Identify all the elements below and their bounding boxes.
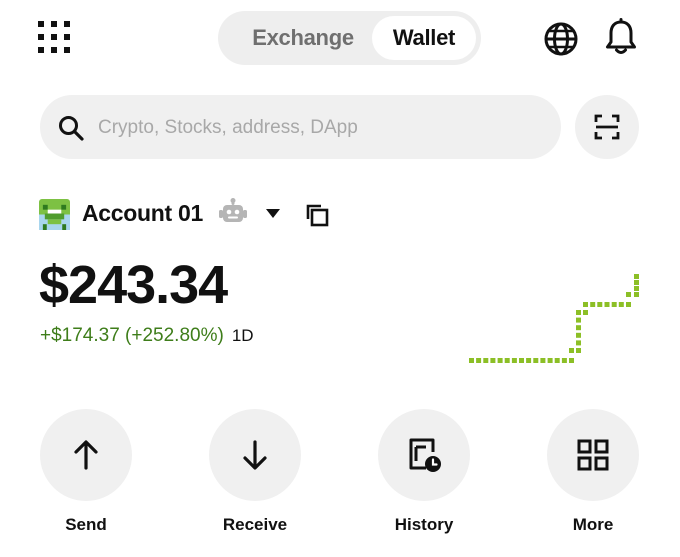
sparkline-dot <box>626 302 631 307</box>
sparkline-dot <box>519 358 524 363</box>
send-label: Send <box>65 515 107 534</box>
sparkline-dot <box>590 302 596 307</box>
tab-exchange[interactable]: Exchange <box>228 16 378 60</box>
sparkline-dot <box>618 302 624 307</box>
sparkline-dot <box>634 274 639 279</box>
sparkline-dot <box>554 358 560 363</box>
sparkline-dot <box>634 292 639 297</box>
balance-amount: $243.34 <box>39 255 228 315</box>
arrow-down-icon <box>243 440 267 470</box>
sparkline-dot <box>576 310 581 315</box>
bell-icon[interactable] <box>604 18 638 56</box>
sparkline-dot <box>547 358 553 363</box>
more-grid-icon <box>577 439 609 471</box>
sparkline-chart <box>469 274 639 363</box>
scan-button[interactable] <box>575 95 639 159</box>
more-button[interactable] <box>547 409 639 501</box>
sparkline-dot <box>533 358 539 363</box>
sparkline-dot <box>583 310 588 315</box>
sparkline-dot <box>634 286 639 291</box>
period-label[interactable]: 1D <box>232 326 254 346</box>
receive-button[interactable] <box>209 409 301 501</box>
sparkline-dot <box>511 358 517 363</box>
sparkline-dot <box>469 358 474 363</box>
scan-icon <box>594 114 620 140</box>
sparkline-dot <box>497 358 503 363</box>
sparkline-dot <box>604 302 610 307</box>
sparkline-dot <box>569 348 574 353</box>
apps-grid-icon[interactable] <box>38 21 70 53</box>
receive-label: Receive <box>222 515 288 534</box>
sparkline-dot <box>576 325 581 331</box>
chevron-down-icon[interactable] <box>264 208 282 220</box>
mode-switcher: Exchange Wallet <box>218 11 481 65</box>
sparkline-dot <box>576 317 581 323</box>
search-input[interactable] <box>96 107 540 149</box>
sparkline-dot <box>597 302 603 307</box>
search-bar <box>40 95 561 159</box>
sparkline-dot <box>576 332 581 338</box>
history-label: History <box>394 515 454 534</box>
sparkline-dot <box>540 358 546 363</box>
sparkline-dot <box>561 358 567 363</box>
history-button[interactable] <box>378 409 470 501</box>
sparkline-dot <box>583 302 588 307</box>
globe-icon[interactable] <box>543 21 579 57</box>
sparkline-dot <box>526 358 532 363</box>
balance-change-row: +$174.37 (+252.80%) 1D <box>40 325 254 347</box>
sparkline-dot <box>626 292 631 297</box>
send-button[interactable] <box>40 409 132 501</box>
more-label: More <box>572 515 614 534</box>
balance-change: +$174.37 (+252.80%) <box>40 325 224 346</box>
tab-wallet[interactable]: Wallet <box>372 16 476 60</box>
sparkline-dot <box>611 302 617 307</box>
sparkline-dot <box>576 348 581 353</box>
bot-icon <box>219 198 247 222</box>
sparkline-dot <box>476 358 482 363</box>
arrow-up-icon <box>74 440 98 470</box>
history-icon <box>409 438 441 472</box>
sparkline-dot <box>576 340 581 346</box>
account-name[interactable]: Account 01 <box>82 200 203 227</box>
sparkline-dot <box>490 358 496 363</box>
sparkline-dot <box>504 358 510 363</box>
sparkline-dot <box>634 280 639 285</box>
sparkline-dot <box>483 358 489 363</box>
avatar[interactable] <box>39 199 70 230</box>
search-icon <box>59 116 84 141</box>
copy-icon[interactable] <box>305 203 329 227</box>
sparkline-dot <box>569 358 574 363</box>
